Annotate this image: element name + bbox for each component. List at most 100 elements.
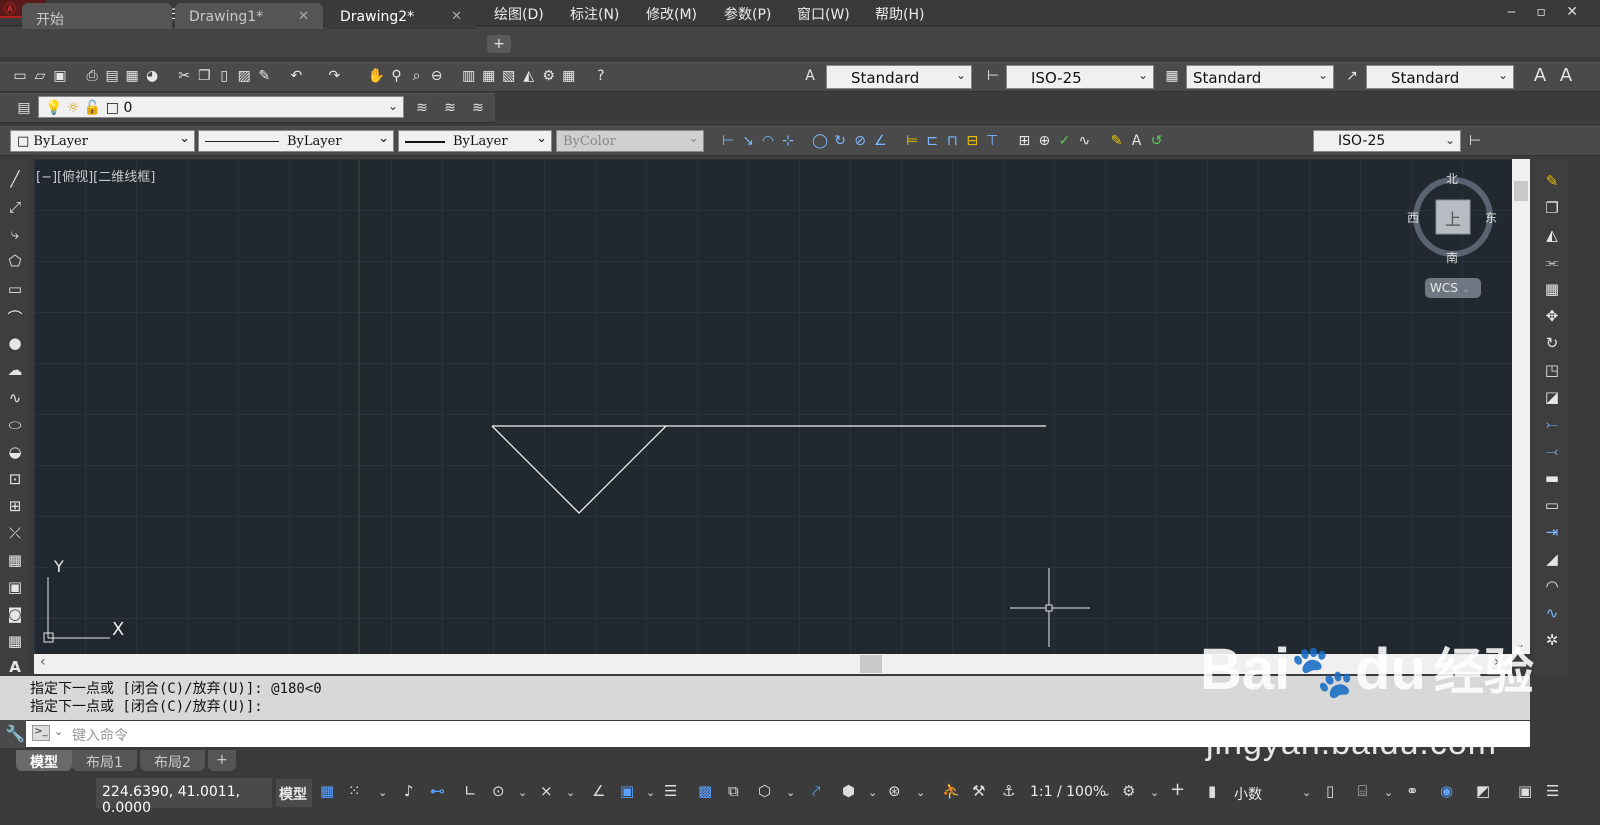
rectangle-icon[interactable]: ▭	[0, 280, 30, 306]
horizontal-scroll-thumb[interactable]	[860, 655, 882, 673]
revcloud-icon[interactable]: ☁	[0, 361, 30, 387]
tolerance-icon[interactable]: ⊞	[1014, 131, 1034, 151]
copy-object-icon[interactable]: ❐	[1538, 199, 1566, 225]
gizmo-icon[interactable]: ⊛	[888, 782, 901, 800]
angular-icon[interactable]: ∠	[870, 131, 890, 151]
object-snap-tracking-icon[interactable]: ∠	[592, 782, 605, 800]
ellipse-arc-icon[interactable]: ◒	[0, 443, 30, 469]
chevron-down-icon[interactable]: ⌄	[786, 786, 795, 799]
calculator-icon[interactable]: ▦	[559, 66, 579, 86]
selection-cycling-icon[interactable]: ⧉	[728, 782, 739, 800]
drawn-polyline[interactable]	[491, 425, 1046, 514]
jogged-icon[interactable]: ↻	[830, 131, 850, 151]
paste-icon[interactable]: ▯	[214, 66, 234, 86]
arc-length-icon[interactable]: ◠	[758, 131, 778, 151]
dim-style-manager-icon[interactable]: ⊢	[1465, 131, 1485, 151]
annotation-scale-icon[interactable]: ⚓	[1002, 782, 1015, 800]
redo-icon[interactable]: ↷	[324, 66, 344, 86]
units-icon[interactable]: ▮	[1208, 782, 1216, 800]
3d-osnap-icon[interactable]: ⬡	[758, 782, 771, 800]
coordinates-display[interactable]: 224.6390, 41.0011, 0.0000	[96, 778, 272, 816]
tab-drawing2[interactable]: Drawing2* ✕	[326, 3, 476, 29]
design-center-icon[interactable]: ▦	[479, 66, 499, 86]
text-icon[interactable]: A	[1530, 66, 1550, 86]
multileader-style-select[interactable]: Standard ⌄	[1366, 65, 1514, 89]
ortho-icon[interactable]: ∟	[464, 782, 477, 800]
menu-item-6[interactable]: 绘图(D)	[494, 4, 544, 24]
wrench-icon[interactable]: 🔧	[5, 724, 25, 743]
aligned-dim-icon[interactable]: ↘	[738, 131, 758, 151]
region-icon[interactable]: ◙	[0, 605, 30, 631]
space-icon[interactable]: ⊟	[962, 131, 982, 151]
arc-icon[interactable]: ⌒	[0, 307, 30, 333]
new-layout-button[interactable]: +	[208, 750, 236, 771]
annotation-visibility-icon[interactable]: ⛹	[942, 782, 961, 800]
lock-ui-icon[interactable]: ⌸	[1358, 782, 1367, 800]
diameter-icon[interactable]: ⊘	[850, 131, 870, 151]
hardware-acceleration-icon[interactable]: ◉	[1440, 782, 1453, 800]
annotation-monitor-icon[interactable]: +	[1170, 779, 1185, 800]
tab-model[interactable]: 模型	[16, 750, 72, 771]
menu-item-8[interactable]: 修改(M)	[646, 4, 697, 24]
layer-states-icon[interactable]: ≋	[468, 98, 488, 118]
close-icon[interactable]: ✕	[451, 9, 462, 24]
help-icon[interactable]: ?	[591, 66, 611, 86]
copy-icon[interactable]: ❐	[194, 66, 214, 86]
zoom-realtime-icon[interactable]: ⚲	[387, 66, 407, 86]
preview-icon[interactable]: ▤	[102, 66, 122, 86]
chevron-down-icon[interactable]: ⌄	[1384, 786, 1393, 799]
layer-select[interactable]: 💡 ☼ 🔓 □ 0 ⌄	[38, 96, 404, 118]
color-select[interactable]: □ ByLayer ⌄	[10, 130, 195, 152]
cut-icon[interactable]: ✂	[174, 66, 194, 86]
menu-icon[interactable]: ☰	[1546, 782, 1559, 800]
snap-icon[interactable]: ⁙	[348, 782, 361, 800]
make-block-icon[interactable]: ⊞	[0, 497, 30, 523]
vertical-scrollbar[interactable]: ⌄	[1512, 159, 1530, 654]
dynamic-input-icon[interactable]: ⊷	[430, 782, 445, 800]
object-snap-icon[interactable]: ▣	[620, 782, 634, 800]
new-icon[interactable]: ▭	[10, 66, 30, 86]
command-prompt-icon[interactable]: >_	[32, 725, 50, 741]
polar-icon[interactable]: ⊙	[492, 782, 505, 800]
infer-icon[interactable]: ♪	[404, 782, 414, 800]
annotation-scale-value[interactable]: 1:1 / 100%	[1030, 784, 1106, 800]
brush-icon[interactable]: ✎	[254, 66, 274, 86]
text-style-select[interactable]: Standard ⌄	[826, 65, 972, 89]
center-mark-icon[interactable]: ⊕	[1034, 131, 1054, 151]
linear-dim-icon[interactable]: ⊢	[718, 131, 738, 151]
units-value[interactable]: 小数	[1234, 784, 1262, 804]
chevron-down-icon[interactable]: ⌄	[518, 786, 527, 799]
dynamic-ucs-icon[interactable]: ⤤	[812, 782, 820, 800]
print-icon[interactable]: ⎙	[82, 66, 102, 86]
wcs-menu-button[interactable]: WCS ⌄	[1425, 278, 1481, 298]
viewport-controls-label[interactable]: [−][俯视][二维线框]	[36, 166, 155, 185]
circle-icon[interactable]: ●	[0, 334, 30, 360]
jog-line-icon[interactable]: ∿	[1074, 131, 1094, 151]
viewcube-west[interactable]: 西	[1407, 209, 1419, 226]
radius-icon[interactable]: ◯	[810, 131, 830, 151]
chevron-down-icon[interactable]: ⌄	[566, 786, 575, 799]
chevron-down-icon[interactable]: ⌄	[1150, 786, 1159, 799]
isolate-objects-icon[interactable]: ⚭	[1406, 782, 1419, 800]
grid-icon[interactable]: ▦	[320, 782, 334, 800]
tab-drawing1[interactable]: Drawing1* ✕	[175, 3, 323, 29]
pan-icon[interactable]: ✋	[367, 66, 387, 86]
sheet-set-icon[interactable]: ◭	[519, 66, 539, 86]
zoom-previous-icon[interactable]: ⊖	[427, 66, 447, 86]
baseline-icon[interactable]: ⊏	[922, 131, 942, 151]
scale-icon[interactable]: ◳	[1538, 361, 1566, 387]
rotate-icon[interactable]: ↻	[1538, 334, 1566, 360]
workspace-gear-icon[interactable]: ⚙	[1122, 782, 1135, 800]
polygon-icon[interactable]: ⬠	[0, 252, 30, 278]
chevron-down-icon[interactable]: ⌄	[378, 786, 387, 799]
close-icon[interactable]: ✕	[298, 9, 309, 24]
model-space-button[interactable]: 模型	[276, 779, 312, 807]
customization-icon[interactable]: ▣	[1518, 782, 1532, 800]
explode-icon[interactable]: ✲	[1538, 631, 1566, 657]
selection-filter-icon[interactable]: ⬢	[842, 782, 855, 800]
spline-icon[interactable]: ∿	[0, 389, 30, 415]
tab-start[interactable]: 开始	[22, 3, 172, 29]
continue-icon[interactable]: ⊓	[942, 131, 962, 151]
trim-icon[interactable]: ⤚	[1538, 415, 1566, 441]
menu-item-9[interactable]: 参数(P)	[724, 4, 771, 24]
